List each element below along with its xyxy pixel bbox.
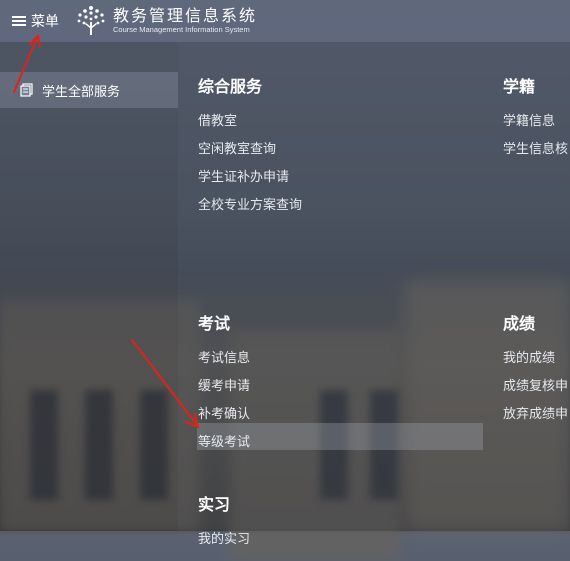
group-internship: 实习 我的实习	[198, 491, 250, 554]
app-title: 教务管理信息系统	[113, 6, 258, 25]
group-exam: 考试 考试信息 缓考申请 补考确认 等级考试	[198, 310, 250, 457]
menu-item-level-exam[interactable]: 等级考试	[198, 429, 250, 457]
group-title: 成绩	[503, 314, 536, 333]
menu-item-my-grades[interactable]: 我的成绩	[503, 345, 568, 373]
app-subtitle: Course Management Information System	[113, 25, 250, 34]
document-stack-icon	[20, 83, 33, 97]
top-bar: 菜单 教务管理信息系统 Course Management Informatio…	[0, 0, 570, 42]
sidebar-item-label: 学生全部服务	[42, 84, 121, 100]
group-student-status: 学籍 学籍信息 学生信息核	[503, 73, 568, 164]
menu-item-info-check[interactable]: 学生信息核	[503, 136, 568, 164]
menu-item-student-card[interactable]: 学生证补办申请	[198, 164, 302, 192]
menu-item-waive-grade[interactable]: 放弃成绩申	[503, 401, 568, 429]
sidebar-item-all-services[interactable]: 学生全部服务	[0, 72, 178, 108]
menu-item-exam-info[interactable]: 考试信息	[198, 345, 250, 373]
menu-item-status-info[interactable]: 学籍信息	[503, 108, 568, 136]
menu-item-makeup-confirm[interactable]: 补考确认	[198, 401, 250, 429]
menu-item-major-plans[interactable]: 全校专业方案查询	[198, 192, 302, 220]
tree-logo-icon	[77, 6, 105, 35]
menu-item-grade-review[interactable]: 成绩复核申	[503, 373, 568, 401]
menu-button[interactable]: 菜单	[12, 11, 59, 31]
group-grades: 成绩 我的成绩 成绩复核申 放弃成绩申	[503, 310, 568, 429]
menu-item-free-classroom[interactable]: 空闲教室查询	[198, 136, 302, 164]
group-title: 学籍	[503, 77, 536, 96]
menu-item-borrow-classroom[interactable]: 借教室	[198, 108, 302, 136]
menu-item-deferred-exam[interactable]: 缓考申请	[198, 373, 250, 401]
sidebar: 学生全部服务	[0, 42, 178, 531]
group-title: 考试	[198, 314, 231, 333]
menu-item-my-internship[interactable]: 我的实习	[198, 526, 250, 554]
app-logo: 教务管理信息系统 Course Management Information S…	[75, 5, 257, 37]
menu-label: 菜单	[31, 14, 59, 30]
hamburger-icon	[12, 15, 26, 27]
group-title: 综合服务	[198, 77, 263, 96]
group-comprehensive: 综合服务 借教室 空闲教室查询 学生证补办申请 全校专业方案查询	[198, 73, 302, 220]
group-title: 实习	[198, 495, 231, 514]
